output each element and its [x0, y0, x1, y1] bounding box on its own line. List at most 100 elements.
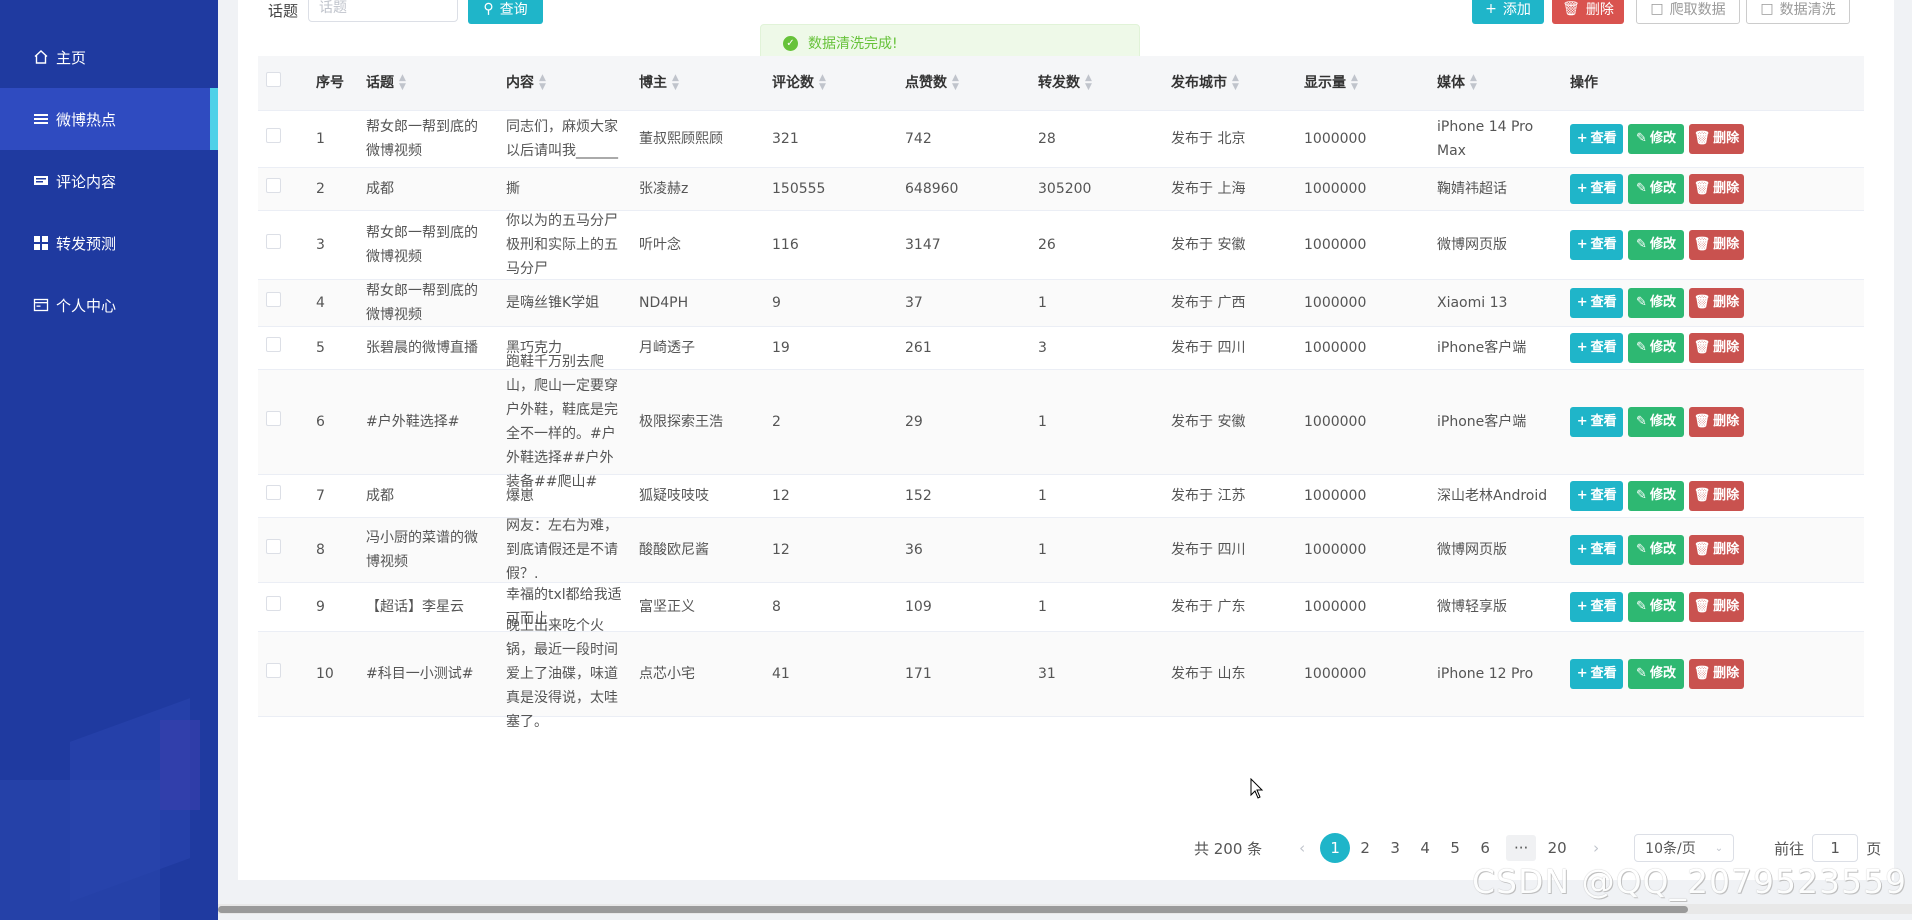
row-delete-button[interactable]: 🗑 删除 [1688, 230, 1744, 260]
view-button[interactable]: + 查看 [1570, 535, 1624, 565]
edit-button[interactable]: ✎ 修改 [1628, 124, 1684, 154]
cell-topic: 帮女郎一帮到底的微博视频 [366, 119, 478, 159]
view-button[interactable]: + 查看 [1570, 288, 1624, 318]
row-delete-button[interactable]: 🗑 删除 [1688, 124, 1744, 154]
col-header-views[interactable]: 显示量 ▲ ▼ [1296, 71, 1429, 95]
col-header-content[interactable]: 内容 ▲ ▼ [498, 71, 631, 95]
cell-comments: 2 [772, 414, 781, 430]
sort-icon[interactable]: ▲ ▼ [399, 74, 406, 92]
row-checkbox[interactable] [266, 178, 281, 193]
view-button[interactable]: + 查看 [1570, 481, 1624, 511]
row-delete-button[interactable]: 🗑 删除 [1688, 174, 1744, 204]
delete-button[interactable]: 🗑 删除 [1552, 0, 1624, 24]
page-button[interactable]: 4 [1410, 834, 1440, 862]
page-button[interactable]: 20 [1542, 834, 1572, 862]
view-button[interactable]: + 查看 [1570, 407, 1624, 437]
sort-icon[interactable]: ▲ ▼ [539, 74, 546, 92]
page-button[interactable]: 6 [1470, 834, 1500, 862]
page-button[interactable]: 2 [1350, 834, 1380, 862]
row-checkbox-cell[interactable] [258, 410, 308, 434]
sort-icon[interactable]: ▲ ▼ [1351, 74, 1358, 92]
list-icon [32, 110, 50, 128]
sidebar-item-home[interactable]: 主页 [0, 26, 218, 88]
sort-icon[interactable]: ▲ ▼ [1470, 74, 1477, 92]
prev-page-button[interactable]: ‹ [1288, 839, 1316, 857]
sort-icon[interactable]: ▲ ▼ [819, 74, 826, 92]
row-checkbox[interactable] [266, 596, 281, 611]
row-delete-button[interactable]: 🗑 删除 [1688, 333, 1744, 363]
page-button[interactable]: 3 [1380, 834, 1410, 862]
col-header-city[interactable]: 发布城市 ▲ ▼ [1163, 71, 1296, 95]
topic-search-input[interactable] [308, 0, 458, 22]
row-checkbox-cell[interactable] [258, 595, 308, 619]
col-header-likes[interactable]: 点赞数 ▲ ▼ [897, 71, 1030, 95]
page-button[interactable]: 1 [1320, 833, 1351, 863]
cell-author: 点芯小宅 [639, 666, 695, 682]
row-delete-button[interactable]: 🗑 删除 [1688, 288, 1744, 318]
page-button[interactable]: 5 [1440, 834, 1470, 862]
edit-button[interactable]: ✎ 修改 [1628, 407, 1684, 437]
goto-page-input[interactable]: 1 [1812, 834, 1859, 862]
view-button[interactable]: + 查看 [1570, 659, 1624, 689]
row-checkbox-cell[interactable] [258, 177, 308, 201]
select-all-checkbox[interactable] [266, 72, 281, 87]
row-checkbox[interactable] [266, 663, 281, 678]
col-header-comments[interactable]: 评论数 ▲ ▼ [764, 71, 897, 95]
col-header-topic[interactable]: 话题 ▲ ▼ [358, 71, 498, 95]
row-checkbox-cell[interactable] [258, 336, 308, 360]
next-page-button[interactable]: › [1582, 839, 1610, 857]
edit-button[interactable]: ✎ 修改 [1628, 174, 1684, 204]
row-checkbox-cell[interactable] [258, 538, 308, 562]
sidebar-item-profile[interactable]: 个人中心 [0, 274, 218, 336]
page-size-select[interactable]: 10条/页 ⌄ [1634, 834, 1735, 862]
edit-button[interactable]: ✎ 修改 [1628, 659, 1684, 689]
edit-button[interactable]: ✎ 修改 [1628, 481, 1684, 511]
chevron-down-icon: ⌄ [1714, 842, 1724, 854]
row-delete-button[interactable]: 🗑 删除 [1688, 592, 1744, 622]
edit-button[interactable]: ✎ 修改 [1628, 592, 1684, 622]
sort-icon[interactable]: ▲ ▼ [672, 74, 679, 92]
view-button[interactable]: + 查看 [1570, 333, 1624, 363]
row-delete-button[interactable]: 🗑 删除 [1688, 535, 1744, 565]
sidebar-item-comments[interactable]: 评论内容 [0, 150, 218, 212]
edit-button[interactable]: ✎ 修改 [1628, 288, 1684, 318]
sort-icon[interactable]: ▲ ▼ [1232, 74, 1239, 92]
col-header-forwards[interactable]: 转发数 ▲ ▼ [1030, 71, 1163, 95]
col-header-media[interactable]: 媒体 ▲ ▼ [1429, 71, 1562, 95]
row-delete-button[interactable]: 🗑 删除 [1688, 407, 1744, 437]
sort-icon[interactable]: ▲ ▼ [1085, 74, 1092, 92]
clean-data-button[interactable]: □ 数据清洗 [1746, 0, 1850, 24]
view-button[interactable]: + 查看 [1570, 174, 1624, 204]
view-button[interactable]: + 查看 [1570, 592, 1624, 622]
crawl-data-button[interactable]: □ 爬取数据 [1636, 0, 1740, 24]
select-all-checkbox-cell[interactable] [258, 71, 308, 95]
col-header-author[interactable]: 博主 ▲ ▼ [631, 71, 764, 95]
row-delete-button[interactable]: 🗑 删除 [1688, 481, 1744, 511]
sort-icon[interactable]: ▲ ▼ [952, 74, 959, 92]
row-checkbox[interactable] [266, 128, 281, 143]
edit-button[interactable]: ✎ 修改 [1628, 230, 1684, 260]
row-checkbox-cell[interactable] [258, 662, 308, 686]
row-checkbox[interactable] [266, 234, 281, 249]
row-checkbox-cell[interactable] [258, 233, 308, 257]
row-checkbox[interactable] [266, 411, 281, 426]
add-button[interactable]: + 添加 [1472, 0, 1544, 24]
row-checkbox[interactable] [266, 292, 281, 307]
edit-button[interactable]: ✎ 修改 [1628, 535, 1684, 565]
view-button[interactable]: + 查看 [1570, 124, 1624, 154]
row-checkbox-cell[interactable] [258, 484, 308, 508]
row-checkbox[interactable] [266, 485, 281, 500]
view-button[interactable]: + 查看 [1570, 230, 1624, 260]
row-delete-button[interactable]: 🗑 删除 [1688, 659, 1744, 689]
edit-button[interactable]: ✎ 修改 [1628, 333, 1684, 363]
query-button[interactable]: ⚲ 查询 [468, 0, 543, 24]
sidebar-item-forward-predict[interactable]: 转发预测 [0, 212, 218, 274]
row-checkbox-cell[interactable] [258, 291, 308, 315]
row-checkbox-cell[interactable] [258, 127, 308, 151]
more-pages-button[interactable]: ··· [1506, 835, 1537, 861]
sidebar-item-weibo-hot[interactable]: 微博热点 [0, 88, 218, 150]
horizontal-scrollbar[interactable] [218, 904, 1912, 914]
scrollbar-thumb[interactable] [218, 906, 1688, 913]
row-checkbox[interactable] [266, 539, 281, 554]
row-checkbox[interactable] [266, 337, 281, 352]
